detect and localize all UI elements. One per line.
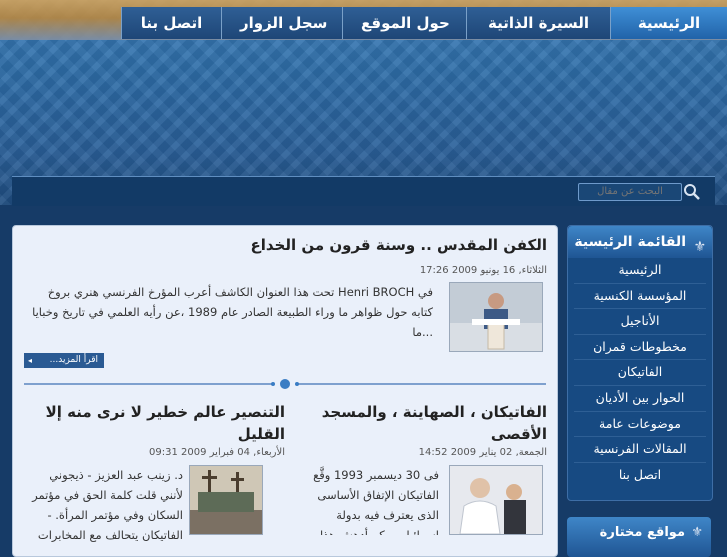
right-article-text: فى 30 ديسمبر 1993 وقَّع الفاتيكان الإتفا…	[313, 468, 439, 535]
right-article-image	[449, 465, 543, 535]
nav-guestbook[interactable]: سجل الزوار	[221, 7, 342, 39]
section-divider	[24, 379, 546, 389]
articles-panel: الكفن المقدس .. وسنة قرون من الخداع الثل…	[12, 225, 558, 557]
read-more-button[interactable]: ◂ اقرأ المزيد...	[24, 353, 104, 368]
right-article-title[interactable]: الفاتيكان ، الصهاينة ، والمسجد الأقصى	[317, 401, 547, 445]
main-menu-header: ⚜ القائمة الرئيسية	[568, 226, 712, 258]
nav-about[interactable]: حول الموقع	[342, 7, 466, 39]
search-input[interactable]	[578, 183, 682, 201]
fleur-de-lis-icon: ⚜	[691, 525, 703, 540]
sidebar-item-church-institution[interactable]: المؤسسة الكنسية	[574, 284, 706, 310]
sidebar-item-vatican[interactable]: الفاتيكان	[574, 360, 706, 386]
sidebar-item-gospels[interactable]: الأناجيل	[574, 309, 706, 335]
arrow-icon: ◂	[28, 356, 33, 365]
left-article-date: الأربعاء, 04 فبراير 2009 09:31	[149, 447, 285, 458]
left-article-image	[189, 465, 263, 535]
nav-contact[interactable]: اتصل بنا	[121, 7, 221, 39]
featured-article-date: الثلاثاء, 16 يونيو 2009 17:26	[419, 265, 547, 276]
search-icon[interactable]	[683, 183, 701, 201]
read-more-label: اقرأ المزيد...	[49, 355, 98, 365]
fleur-de-lis-icon: ⚜	[693, 239, 706, 255]
main-menu-list: الرئيسية المؤسسة الكنسية الأناجيل مخطوطا…	[568, 258, 712, 487]
right-article-date: الجمعة, 02 يناير 2009 14:52	[418, 447, 547, 458]
sidebar-item-interfaith[interactable]: الحوار بين الأديان	[574, 386, 706, 412]
main-menu-title: القائمة الرئيسية	[574, 234, 686, 250]
main-nav: الرئيسية السيرة الذاتية حول الموقع سجل ا…	[121, 7, 727, 39]
selected-sites-sidebar: ⚜ مواقع مختارة	[567, 517, 711, 557]
left-article-text: د. زينب عبد العزيز - ذيجوني لأنني قلت كل…	[32, 468, 183, 542]
sidebar-item-home[interactable]: الرئيسية	[574, 258, 706, 284]
sidebar-item-qumran[interactable]: مخطوطات قمران	[574, 335, 706, 361]
selected-sites-title: مواقع مختارة	[599, 525, 685, 540]
header-banner: الرئيسية السيرة الذاتية حول الموقع سجل ا…	[0, 0, 727, 205]
sidebar-item-contact[interactable]: اتصل بنا	[574, 463, 706, 488]
search-bar	[12, 176, 715, 206]
featured-article-image	[449, 282, 543, 352]
sidebar-item-general-topics[interactable]: موضوعات عامة	[574, 412, 706, 438]
featured-article-title[interactable]: الكفن المقدس .. وسنة قرون من الخداع	[47, 236, 547, 254]
nav-biography[interactable]: السيرة الذاتية	[466, 7, 610, 39]
left-article-title[interactable]: التنصير عالم خطير لا نرى منه إلا القليل	[35, 401, 285, 445]
main-menu-sidebar: ⚜ القائمة الرئيسية الرئيسية المؤسسة الكن…	[567, 225, 713, 501]
sidebar-item-french-articles[interactable]: المقالات الفرنسية	[574, 437, 706, 463]
nav-home[interactable]: الرئيسية	[610, 7, 727, 39]
featured-article-text: في Henri BROCH تحت هذا العنوان الكاشف أع…	[32, 285, 433, 339]
